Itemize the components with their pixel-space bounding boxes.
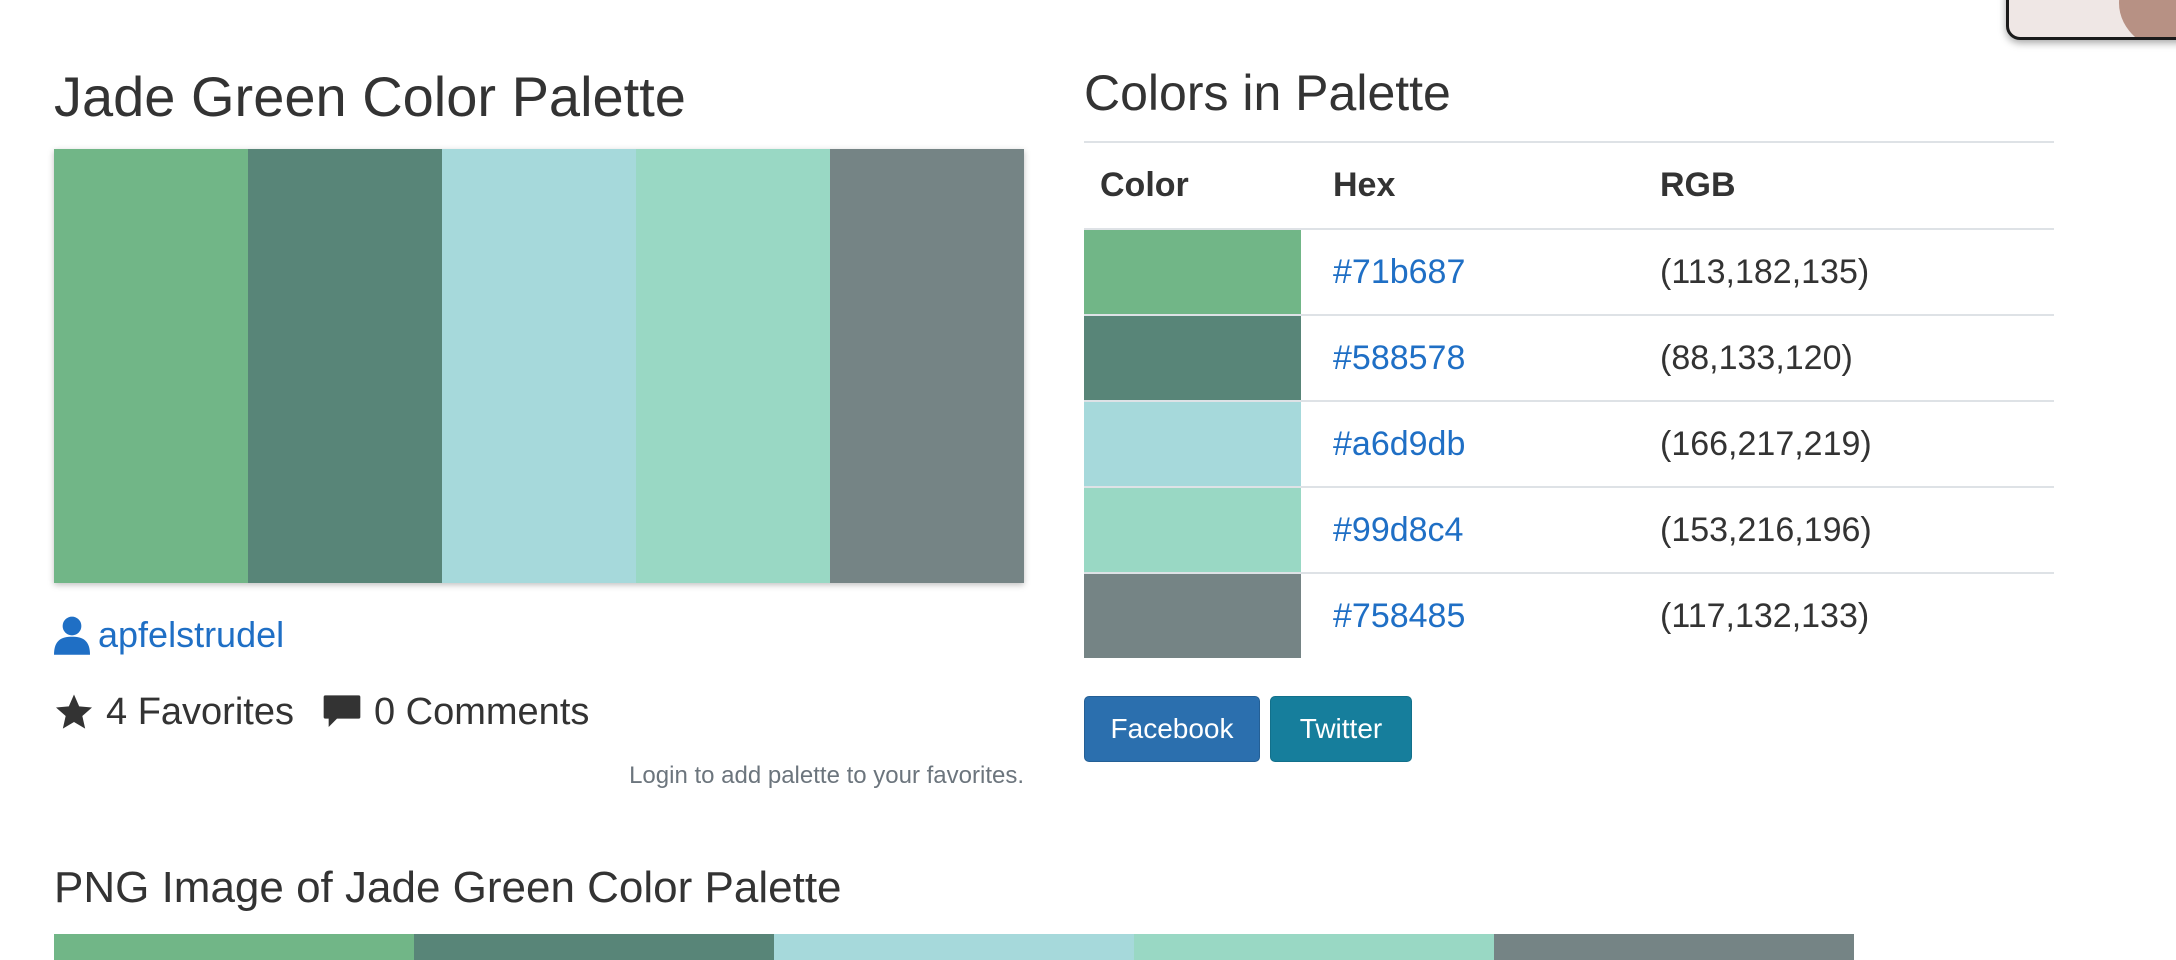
png-palette-image[interactable] [54, 934, 1854, 960]
png-section-title: PNG Image of Jade Green Color Palette [54, 863, 842, 912]
hex-link[interactable]: #99d8c4 [1333, 511, 1463, 549]
table-header-row: Color Hex RGB [1084, 142, 2054, 230]
table-row: #a6d9db (166,217,219) [1084, 401, 2054, 488]
png-swatch [1134, 934, 1494, 960]
palette-preview [54, 149, 1024, 583]
hex-cell: #588578 [1317, 315, 1644, 402]
color-cell [1084, 315, 1317, 402]
rgb-cell: (88,133,120) [1644, 315, 2054, 402]
palette-swatch[interactable] [830, 149, 1024, 583]
color-cell [1084, 573, 1317, 658]
comments-count: 0 Comments [373, 690, 590, 733]
table-row: #71b687 (113,182,135) [1084, 229, 2054, 316]
palette-swatch[interactable] [54, 149, 248, 583]
favorites-stat[interactable]: 4 Favorites [54, 691, 294, 734]
colors-heading: Colors in Palette [1084, 65, 1451, 121]
header-hex: Hex [1317, 142, 1644, 230]
facebook-share-button[interactable]: Facebook [1084, 696, 1260, 762]
comment-icon [323, 695, 361, 727]
user-icon [54, 616, 90, 655]
twitter-share-button[interactable]: Twitter [1270, 696, 1412, 762]
png-swatch [774, 934, 1134, 960]
page: Jade Green Color Palette apfelstrudel 4 … [0, 0, 2176, 960]
palette-swatch[interactable] [248, 149, 442, 583]
colors-table: Color Hex RGB #71b687 (113,182,135) #588… [1084, 141, 2054, 658]
table-row: #758485 (117,132,133) [1084, 573, 2054, 658]
color-swatch [1084, 230, 1301, 314]
hex-link[interactable]: #71b687 [1333, 253, 1465, 291]
thumbnail-image [2119, 0, 2176, 37]
author-link[interactable]: apfelstrudel [54, 610, 284, 660]
color-swatch [1084, 316, 1301, 400]
author-name: apfelstrudel [98, 614, 285, 655]
rgb-cell: (113,182,135) [1644, 229, 2054, 316]
hex-cell: #758485 [1317, 573, 1644, 658]
login-note: Login to add palette to your favorites. [629, 762, 1024, 789]
video-thumbnail[interactable] [2006, 0, 2176, 40]
hex-cell: #71b687 [1317, 229, 1644, 316]
rgb-cell: (166,217,219) [1644, 401, 2054, 488]
header-rgb: RGB [1644, 142, 2054, 230]
color-cell [1084, 401, 1317, 488]
hex-link[interactable]: #588578 [1333, 339, 1465, 377]
favorites-count: 4 Favorites [106, 690, 294, 733]
palette-swatch[interactable] [636, 149, 830, 583]
page-title: Jade Green Color Palette [54, 65, 686, 128]
palette-swatch[interactable] [442, 149, 636, 583]
color-cell [1084, 487, 1317, 574]
hex-link[interactable]: #a6d9db [1333, 425, 1465, 463]
hex-link[interactable]: #758485 [1333, 597, 1465, 635]
star-icon [56, 694, 92, 729]
hex-cell: #a6d9db [1317, 401, 1644, 488]
color-swatch [1084, 402, 1301, 486]
png-swatch [414, 934, 774, 960]
color-swatch [1084, 488, 1301, 572]
header-color: Color [1084, 142, 1317, 230]
table-row: #588578 (88,133,120) [1084, 315, 2054, 402]
hex-cell: #99d8c4 [1317, 487, 1644, 574]
png-swatch [1494, 934, 1854, 960]
color-cell [1084, 229, 1317, 316]
comments-stat[interactable]: 0 Comments [322, 691, 589, 734]
palette-stats: 4 Favorites 0 Comments [54, 684, 617, 740]
share-buttons: Facebook Twitter [1084, 696, 1412, 762]
rgb-cell: (153,216,196) [1644, 487, 2054, 574]
color-swatch [1084, 574, 1301, 658]
table-row: #99d8c4 (153,216,196) [1084, 487, 2054, 574]
png-swatch [54, 934, 414, 960]
rgb-cell: (117,132,133) [1660, 596, 1870, 635]
